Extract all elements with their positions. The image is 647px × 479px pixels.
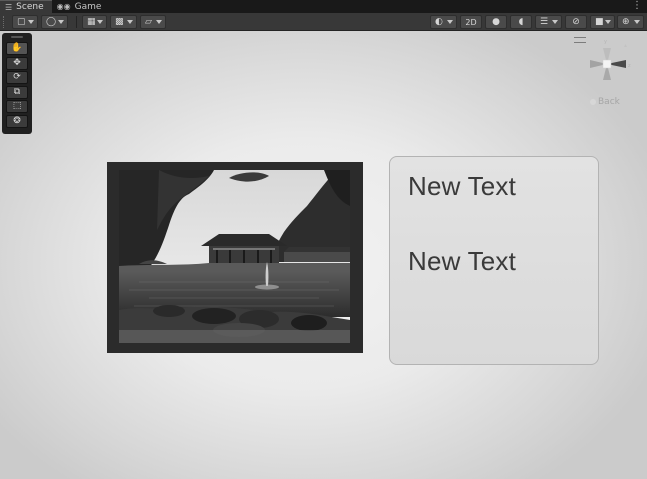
gizmo-menu-icon[interactable] [574, 37, 586, 43]
gizmo-tools-icon: ▦ [87, 17, 96, 27]
transform-tool-button[interactable]: ❂ [6, 114, 28, 128]
chevron-down-icon [97, 20, 103, 24]
axis-cones-icon: y z ▴ [590, 39, 631, 80]
tools-palette: ✋ ✥ ⟳ ⧉ ⬚ ❂ [2, 33, 32, 134]
list-icon: ☰ [5, 2, 13, 12]
gizmo-tools-dropdown[interactable]: ▦ [82, 15, 107, 29]
grid-snap-dropdown[interactable]: ▩ [110, 15, 137, 29]
editor-tab-bar: ☰ Scene ◉◉ Game ⋮ [0, 0, 647, 13]
globe-icon: ◯ [46, 17, 57, 27]
gizmos-dropdown[interactable]: ⊕ [617, 15, 644, 29]
transform-icon: ❂ [13, 115, 21, 126]
move-tool-button[interactable]: ✥ [6, 56, 28, 70]
audio-toggle[interactable]: ◖ [510, 15, 532, 29]
scene-toolbar: ▢ ◯ ▦ ▩ ▱ ◐ 2D ● ◖ ☰ ⊘ ■ ⊕ [0, 13, 647, 31]
rotate-tool-button[interactable]: ⟳ [6, 71, 28, 84]
scale-icon: ⧉ [13, 86, 21, 97]
render-mode-dropdown[interactable]: ◐ [430, 15, 457, 29]
chevron-down-icon [605, 20, 611, 24]
chevron-down-icon [447, 20, 453, 24]
panel-text-1: New Text [408, 171, 517, 201]
view-direction-label[interactable]: Back [598, 97, 620, 107]
lighting-toggle[interactable]: ● [485, 15, 507, 29]
chevron-down-icon [28, 20, 34, 24]
hand-icon: ✋ [11, 43, 23, 53]
increment-snap-icon: ▱ [145, 17, 152, 27]
scale-tool-button[interactable]: ⧉ [6, 85, 28, 99]
tab-scene[interactable]: ☰ Scene [0, 0, 52, 13]
toolbar-divider [76, 16, 77, 28]
chevron-down-icon [634, 20, 640, 24]
projection-toggle-dot[interactable] [590, 99, 596, 105]
camera-dropdown[interactable]: ■ [590, 15, 615, 29]
camera-icon: ■ [595, 17, 604, 27]
svg-text:▴: ▴ [624, 42, 627, 49]
rect-tool-button[interactable]: ⬚ [6, 100, 28, 113]
chevron-down-icon [552, 20, 558, 24]
draw-mode-icon: ▢ [17, 17, 26, 27]
audio-icon: ◖ [518, 17, 524, 27]
image-object-frame[interactable] [107, 162, 363, 353]
mode-2d-button[interactable]: 2D [460, 15, 482, 29]
increment-snap-dropdown[interactable]: ▱ [140, 15, 166, 29]
axis-y-label: y [604, 39, 607, 45]
rotate-icon: ⟳ [13, 72, 21, 82]
chevron-down-icon [156, 20, 162, 24]
render-mode-icon: ◐ [435, 17, 443, 27]
mode-2d-label: 2D [465, 17, 477, 27]
effects-icon: ☰ [540, 17, 549, 27]
toolbar-grip [3, 16, 6, 28]
panel-text-2: New Text [408, 246, 517, 276]
grid-snap-icon: ▩ [115, 17, 124, 27]
text-panel[interactable]: New Text New Text [389, 156, 599, 365]
chevron-down-icon [127, 20, 133, 24]
tab-game[interactable]: ◉◉ Game [52, 0, 110, 13]
garden-pond-photo [119, 170, 350, 343]
tab-scene-label: Scene [16, 2, 44, 12]
scene-visibility-toggle[interactable]: ⊘ [565, 15, 587, 29]
chevron-down-icon [58, 20, 64, 24]
palette-grab-handle[interactable] [11, 36, 23, 38]
hand-tool-button[interactable]: ✋ [6, 42, 28, 55]
draw-mode-dropdown[interactable]: ▢ [12, 15, 38, 29]
scene-viewport[interactable]: ✋ ✥ ⟳ ⧉ ⬚ ❂ y z ▴ Back New Text New Text [0, 31, 647, 479]
axis-z-label: z [628, 63, 631, 69]
global-local-dropdown[interactable]: ◯ [41, 15, 68, 29]
tab-game-label: Game [74, 1, 102, 12]
move-icon: ✥ [13, 57, 21, 68]
rect-icon: ⬚ [12, 101, 22, 111]
lightbulb-icon: ● [492, 17, 500, 27]
gizmos-icon: ⊕ [622, 17, 630, 27]
effects-dropdown[interactable]: ☰ [535, 15, 562, 29]
hidden-eye-icon: ⊘ [572, 17, 580, 27]
kebab-menu-icon[interactable]: ⋮ [632, 0, 642, 13]
gamepad-icon: ◉◉ [56, 2, 71, 11]
